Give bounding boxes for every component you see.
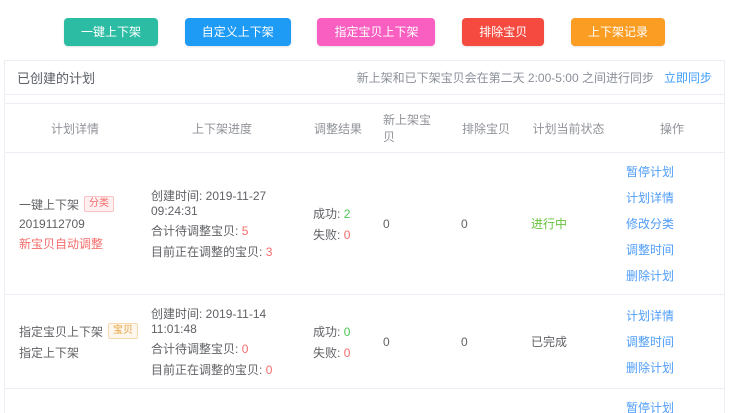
plans-table: 计划详情 上下架进度 调整结果 新上架宝贝 排除宝贝 计划当前状态 操作 一键上… bbox=[5, 103, 724, 413]
status-cell: 已完成 bbox=[517, 295, 612, 388]
custom-shelf-button[interactable]: 自定义上下架 bbox=[185, 18, 291, 46]
actions-cell: 暂停计划 计划详情 修改分类 调整时间 删除计划 bbox=[612, 153, 724, 294]
plan-detail-cell: 指定宝贝上下架 宝贝 指定上下架 bbox=[5, 295, 137, 388]
status-cell: 进行中 bbox=[517, 389, 612, 413]
specified-item-shelf-button[interactable]: 指定宝贝上下架 bbox=[317, 18, 435, 46]
success-count: 成功: 0 bbox=[313, 323, 363, 340]
col-header-actions: 操作 bbox=[612, 104, 724, 152]
new-items-cell: 0 bbox=[369, 153, 447, 294]
sync-note-wrap: 新上架和已下架宝贝会在第二天 2:00-5:00 之间进行同步 立即同步 bbox=[357, 69, 712, 86]
plan-subtitle: 指定上下架 bbox=[19, 344, 131, 361]
col-header-plan-detail: 计划详情 bbox=[5, 104, 137, 152]
new-items-cell: 0 bbox=[369, 295, 447, 388]
plan-detail-cell: 自定义上下架 分类 2019111410 bbox=[5, 389, 137, 413]
new-items-cell: 0 bbox=[369, 389, 447, 413]
excluded-items-cell: 0 bbox=[447, 295, 517, 388]
result-cell: 成功: 0 失败: 0 bbox=[299, 295, 369, 388]
table-row: 指定宝贝上下架 宝贝 指定上下架 创建时间: 2019-11-14 11:01:… bbox=[5, 295, 724, 389]
sync-note: 新上架和已下架宝贝会在第二天 2:00-5:00 之间进行同步 bbox=[357, 69, 654, 86]
exclude-items-button[interactable]: 排除宝贝 bbox=[462, 18, 544, 46]
table-header-row: 计划详情 上下架进度 调整结果 新上架宝贝 排除宝贝 计划当前状态 操作 bbox=[5, 103, 724, 153]
panel-header: 已创建的计划 新上架和已下架宝贝会在第二天 2:00-5:00 之间进行同步 立… bbox=[5, 61, 724, 95]
status-badge: 进行中 bbox=[531, 215, 606, 232]
sync-now-link[interactable]: 立即同步 bbox=[664, 69, 712, 86]
success-count: 成功: 2 bbox=[313, 205, 363, 222]
result-cell: 成功: 48 失败: 1 bbox=[299, 389, 369, 413]
currently-adjusting: 目前正在调整的宝贝: 0 bbox=[151, 361, 293, 378]
col-header-status: 计划当前状态 bbox=[517, 104, 612, 152]
toolbar: 一键上下架 自定义上下架 指定宝贝上下架 排除宝贝 上下架记录 bbox=[0, 0, 729, 46]
col-header-result: 调整结果 bbox=[299, 104, 369, 152]
excluded-items-cell: 6 bbox=[447, 389, 517, 413]
delete-plan-link[interactable]: 删除计划 bbox=[626, 267, 674, 284]
edit-category-link[interactable]: 修改分类 bbox=[626, 215, 674, 232]
plan-tag-item: 宝贝 bbox=[108, 323, 138, 339]
pause-plan-link[interactable]: 暂停计划 bbox=[626, 163, 674, 180]
table-row: 一键上下架 分类 2019112709 新宝贝自动调整 创建时间: 2019-1… bbox=[5, 153, 724, 295]
result-cell: 成功: 2 失败: 0 bbox=[299, 153, 369, 294]
plan-detail-cell: 一键上下架 分类 2019112709 新宝贝自动调整 bbox=[5, 153, 137, 294]
col-header-excluded-items: 排除宝贝 bbox=[447, 104, 517, 152]
status-cell: 进行中 bbox=[517, 153, 612, 294]
col-header-new-items: 新上架宝贝 bbox=[369, 104, 447, 152]
delete-plan-link[interactable]: 删除计划 bbox=[626, 359, 674, 376]
excluded-items-cell: 0 bbox=[447, 153, 517, 294]
plan-title: 一键上下架 bbox=[19, 196, 79, 213]
actions-cell: 计划详情 调整时间 删除计划 bbox=[612, 295, 724, 388]
shelf-records-button[interactable]: 上下架记录 bbox=[571, 18, 665, 46]
total-pending: 合计待调整宝贝: 5 bbox=[151, 222, 293, 239]
page: 一键上下架 自定义上下架 指定宝贝上下架 排除宝贝 上下架记录 已创建的计划 新… bbox=[0, 0, 729, 413]
actions-cell: 暂停计划 计划详情 修改分类 调整时间 删除计划 bbox=[612, 389, 724, 413]
created-time: 创建时间: 2019-11-14 11:01:48 bbox=[151, 305, 293, 336]
fail-count: 失败: 0 bbox=[313, 344, 363, 361]
adjust-time-link[interactable]: 调整时间 bbox=[626, 241, 674, 258]
table-row: 自定义上下架 分类 2019111410 创建时间: 2019-11-14 10… bbox=[5, 389, 724, 413]
plan-id: 2019112709 bbox=[19, 217, 131, 231]
panel-title: 已创建的计划 bbox=[17, 68, 95, 87]
one-click-shelf-button[interactable]: 一键上下架 bbox=[64, 18, 158, 46]
col-header-progress: 上下架进度 bbox=[137, 104, 299, 152]
status-badge: 已完成 bbox=[531, 333, 606, 350]
plan-detail-link[interactable]: 计划详情 bbox=[626, 189, 674, 206]
total-pending: 合计待调整宝贝: 0 bbox=[151, 340, 293, 357]
adjust-time-link[interactable]: 调整时间 bbox=[626, 333, 674, 350]
created-time: 创建时间: 2019-11-27 09:24:31 bbox=[151, 187, 293, 218]
plan-subtitle: 新宝贝自动调整 bbox=[19, 235, 131, 252]
plan-tag-category: 分类 bbox=[84, 196, 114, 212]
currently-adjusting: 目前正在调整的宝贝: 3 bbox=[151, 243, 293, 260]
plan-detail-link[interactable]: 计划详情 bbox=[626, 307, 674, 324]
progress-cell: 创建时间: 2019-11-14 11:01:48 合计待调整宝贝: 0 目前正… bbox=[137, 295, 299, 388]
pause-plan-link[interactable]: 暂停计划 bbox=[626, 399, 674, 413]
fail-count: 失败: 0 bbox=[313, 226, 363, 243]
plan-title: 指定宝贝上下架 bbox=[19, 323, 103, 340]
created-plans-panel: 已创建的计划 新上架和已下架宝贝会在第二天 2:00-5:00 之间进行同步 立… bbox=[4, 60, 725, 413]
progress-cell: 创建时间: 2019-11-14 10:56:16 合计待调整宝贝: 51 目前… bbox=[137, 389, 299, 413]
progress-cell: 创建时间: 2019-11-27 09:24:31 合计待调整宝贝: 5 目前正… bbox=[137, 153, 299, 294]
